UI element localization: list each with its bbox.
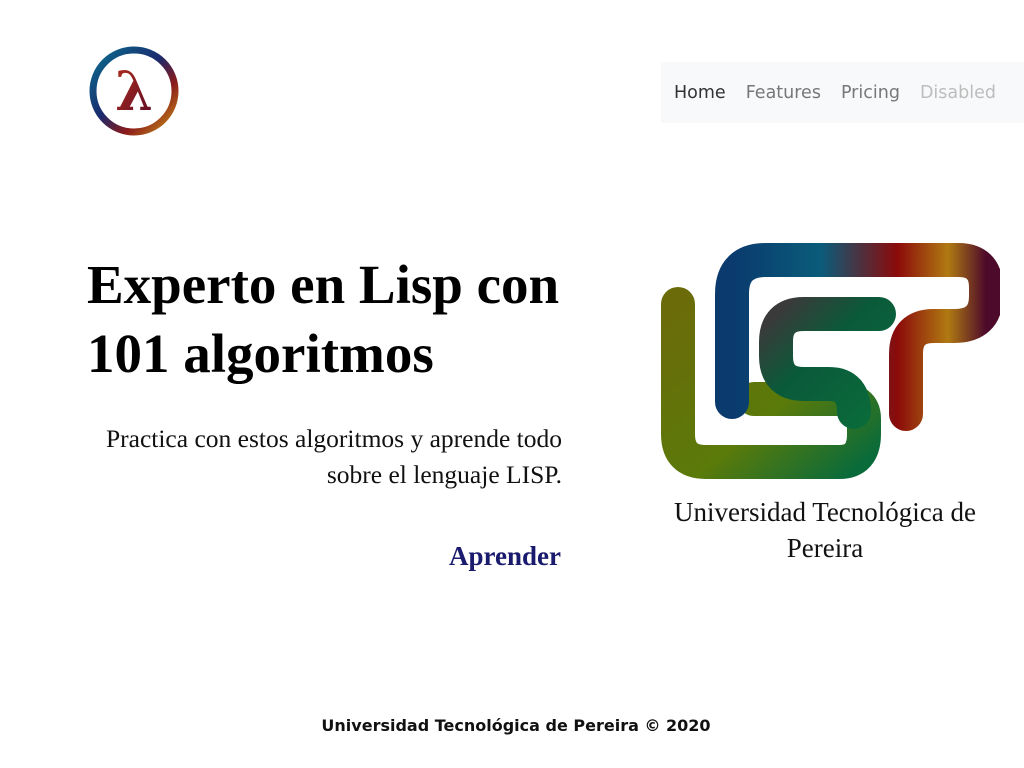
lisp-logo-icon: [661, 243, 1000, 479]
learn-link[interactable]: Aprender: [449, 541, 561, 572]
footer-copyright: Universidad Tecnológica de Pereira © 202…: [321, 716, 711, 735]
nav-disabled-link: Disabled: [919, 82, 996, 103]
university-caption: Universidad Tecnológica de Pereira: [673, 497, 976, 563]
nav-pricing-link[interactable]: Pricing: [841, 83, 900, 103]
hero-title: Experto en Lisp con 101 algoritmos: [87, 254, 560, 384]
nav-home-link[interactable]: Home: [674, 83, 726, 103]
lambda-logo-icon: λ: [89, 46, 179, 136]
nav-features-link[interactable]: Features: [746, 83, 821, 103]
lambda-glyph: λ: [115, 59, 153, 123]
top-navbar: Home Features Pricing Disabled: [661, 62, 1024, 123]
hero-subtitle: Practica con estos algoritmos y aprende …: [105, 424, 562, 489]
